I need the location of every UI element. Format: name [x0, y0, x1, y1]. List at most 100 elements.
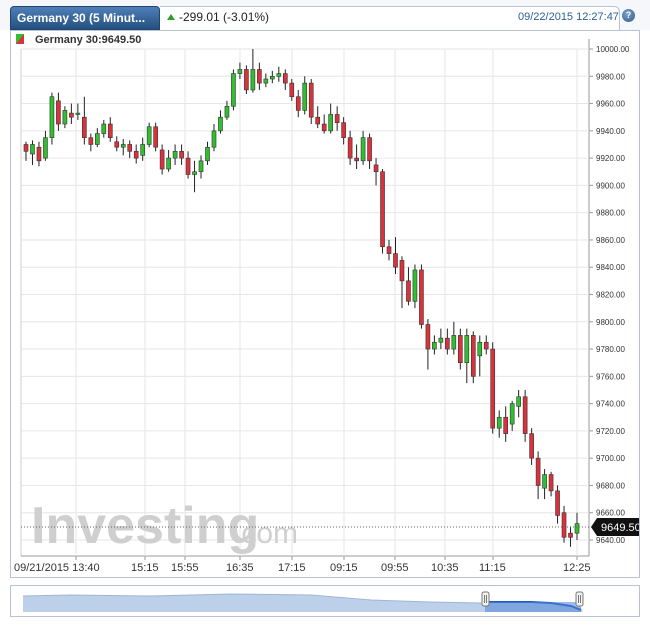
candle	[406, 267, 411, 306]
candle	[218, 110, 223, 134]
navigator-chart[interactable]	[11, 586, 639, 616]
navigator-left-handle[interactable]	[481, 591, 490, 607]
candle	[555, 485, 560, 524]
candle-body	[114, 141, 120, 148]
y-tick-label: 9780.00	[596, 345, 625, 354]
candle	[412, 264, 418, 309]
candle	[542, 469, 547, 500]
y-tick-label: 9800.00	[596, 318, 625, 327]
candle	[477, 335, 483, 377]
candle	[289, 79, 295, 101]
candle-body	[159, 149, 165, 170]
candle	[522, 389, 528, 442]
candle	[509, 400, 515, 431]
candle-body	[270, 75, 275, 80]
candle-body	[69, 112, 74, 118]
candle-body	[470, 335, 476, 377]
y-tick-label: 9900.00	[596, 181, 625, 190]
x-tick-label: 15:55	[171, 562, 199, 574]
candle-body	[393, 253, 398, 268]
candle	[62, 106, 68, 129]
candle	[172, 144, 178, 165]
candle-body	[30, 144, 35, 155]
candle	[386, 239, 392, 261]
candle-body	[529, 433, 534, 459]
candle	[257, 62, 262, 90]
navigator-selection[interactable]	[485, 602, 581, 612]
candle	[458, 328, 463, 370]
candle	[373, 158, 379, 186]
candle	[36, 141, 42, 167]
candle	[43, 130, 48, 161]
y-tick-label: 9920.00	[596, 154, 625, 163]
candle	[185, 151, 191, 179]
chart-legend: Germany 30:9649.50	[16, 34, 141, 46]
candle	[568, 526, 573, 547]
candle-body	[218, 116, 223, 132]
candle-body	[185, 157, 191, 175]
y-tick-label: 9720.00	[596, 427, 625, 436]
candle-body	[62, 110, 68, 125]
candle-body	[451, 335, 457, 350]
candle-body	[289, 82, 295, 98]
candle	[107, 117, 113, 142]
candle	[120, 139, 126, 156]
candle-body	[380, 171, 385, 248]
candle	[535, 451, 541, 500]
candle	[133, 144, 139, 164]
x-tick-label: 09/21/2015 13:40	[14, 562, 100, 574]
candle	[496, 410, 502, 438]
help-icon[interactable]: ?	[622, 9, 635, 22]
candle	[464, 328, 470, 384]
candle-body	[276, 73, 282, 77]
candle	[114, 136, 120, 152]
candle	[490, 342, 496, 434]
candle-body	[153, 126, 158, 148]
candle	[315, 106, 321, 129]
candle	[56, 92, 61, 131]
candle-body	[75, 112, 81, 115]
candle	[393, 237, 398, 275]
candle-body	[477, 341, 483, 357]
candle	[276, 66, 282, 82]
y-tick-label: 9840.00	[596, 263, 625, 272]
instrument-tab[interactable]: Germany 30 (5 Minut...	[10, 6, 160, 30]
candle-body	[574, 523, 580, 534]
candle	[432, 335, 437, 355]
change-arrow-icon	[167, 14, 175, 20]
candle	[328, 103, 333, 134]
candle-body	[483, 341, 489, 350]
candle	[179, 144, 184, 165]
candle-body	[406, 280, 411, 302]
candle-body	[432, 341, 437, 350]
x-tick-label: 16:35	[226, 562, 254, 574]
candle	[250, 49, 256, 93]
y-tick-label: 9700.00	[596, 454, 625, 463]
candle-body	[445, 337, 450, 350]
candle-body	[146, 126, 152, 145]
candle-body	[496, 416, 502, 429]
candlestick-chart[interactable]: 10000.00 9980.00 9960.00 9940.00 9920.00 9900…	[11, 31, 647, 577]
candle	[308, 79, 314, 125]
y-tick-label: 9960.00	[596, 100, 625, 109]
candle	[211, 124, 217, 152]
candle	[360, 130, 366, 165]
candle	[347, 130, 353, 165]
candle	[205, 141, 210, 165]
chart-panel[interactable]: 10000.00 9980.00 9960.00 9940.00 9920.00 9900…	[10, 30, 647, 578]
candle	[101, 119, 107, 138]
candle-body	[88, 137, 94, 145]
candle	[244, 65, 249, 95]
navigator-panel[interactable]	[10, 585, 640, 617]
navigator-right-handle[interactable]	[575, 591, 584, 607]
candle-body	[535, 457, 541, 486]
candle	[354, 144, 359, 170]
candle-body	[354, 157, 359, 162]
candle-body	[205, 146, 210, 162]
candle-body	[334, 114, 340, 123]
candle	[159, 144, 165, 175]
y-tick-label: 9980.00	[596, 72, 625, 81]
candle	[166, 149, 171, 172]
candle-body	[36, 146, 42, 162]
candle-body	[360, 137, 366, 162]
